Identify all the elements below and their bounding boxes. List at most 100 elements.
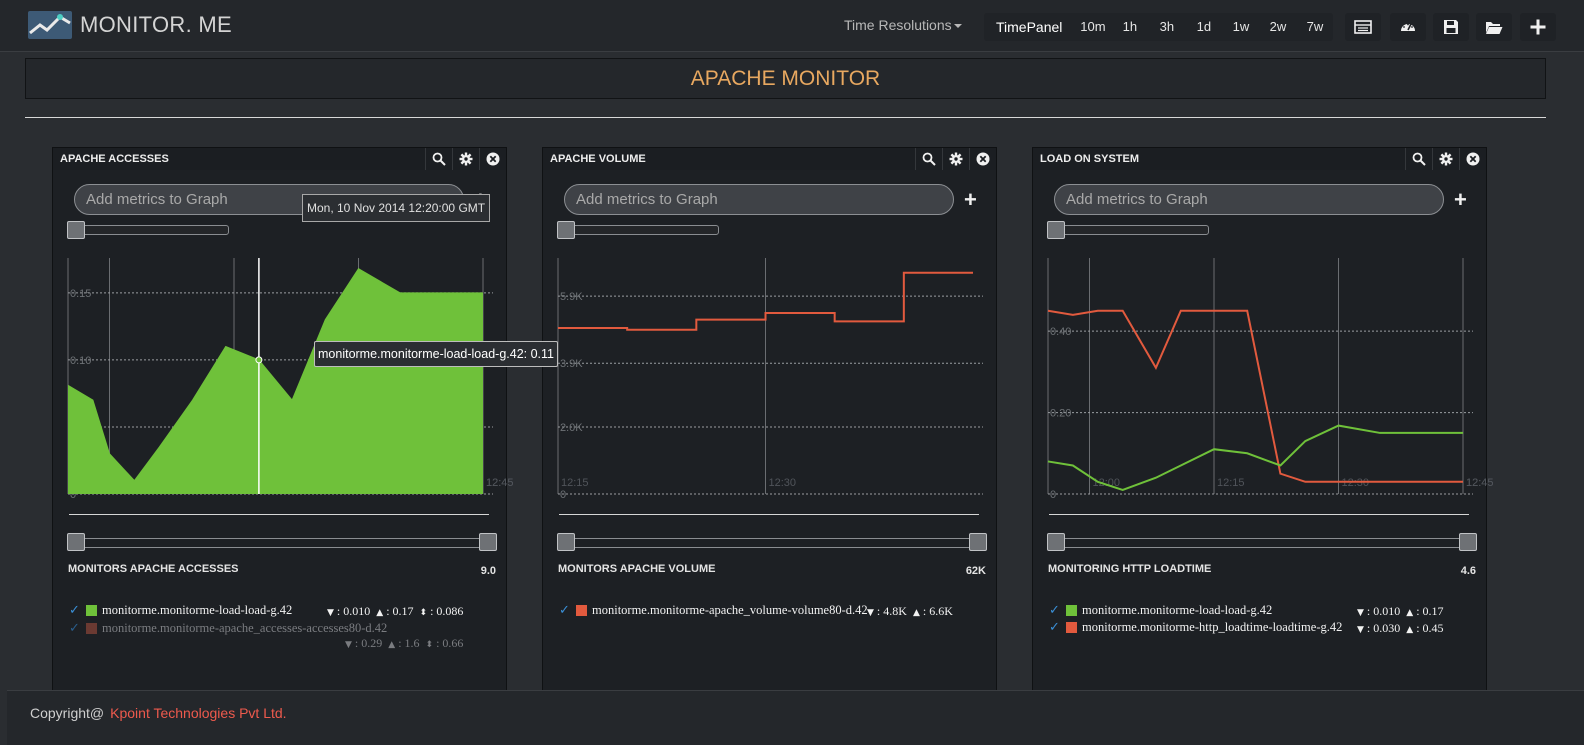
check-icon[interactable]: ✓ — [69, 621, 83, 636]
time-button-3h[interactable]: 3h — [1148, 13, 1185, 41]
chart-svg[interactable]: 12:15 12:30 0 2.0K 3.9K 5.9K — [553, 258, 993, 510]
series-swatch — [1066, 621, 1077, 633]
mini-slider[interactable] — [1047, 221, 1209, 239]
stat-min: 0.010 — [1373, 604, 1401, 618]
add-panel-button[interactable] — [1520, 13, 1556, 41]
save-button[interactable] — [1433, 13, 1469, 41]
x-tick-label: 12:45 — [486, 477, 514, 489]
legend-item[interactable]: ✓ monitorme.monitorme-apache_accesses-acc… — [69, 620, 387, 636]
time-button-1h[interactable]: 1h — [1111, 13, 1148, 41]
stat-max: 0.17 — [392, 604, 414, 618]
range-handle-right[interactable] — [969, 533, 987, 551]
hover-point — [255, 356, 263, 364]
check-icon[interactable]: ✓ — [559, 603, 573, 618]
close-button[interactable] — [969, 148, 996, 170]
panel-header: APACHE VOLUME — [543, 148, 996, 170]
max-icon: ▲ — [376, 608, 384, 618]
legend-label: monitorme.monitorme-load-load-g.42 — [102, 602, 293, 617]
legend-stats: ▼ : 0.030 ▲ : 0.45 — [1357, 621, 1444, 635]
settings-button[interactable] — [452, 148, 479, 170]
panel-apache-accesses: APACHE ACCESSES + 12:0012:1512:3012:4500… — [52, 147, 514, 692]
time-button-7w[interactable]: 7w — [1296, 13, 1333, 41]
close-button[interactable] — [1459, 148, 1486, 170]
y-tick-label: 0.40 — [1050, 326, 1071, 338]
zoom-button[interactable] — [425, 148, 452, 170]
chart-apache-volume[interactable]: 12:15 12:30 0 2.0K 3.9K 5.9K — [553, 258, 993, 510]
close-button[interactable] — [479, 148, 506, 170]
add-metrics-input[interactable] — [1054, 184, 1444, 215]
add-metric-button[interactable]: + — [964, 189, 977, 211]
range-track — [1055, 538, 1469, 548]
series-swatch — [86, 622, 97, 634]
slider-track — [69, 225, 229, 235]
gear-icon — [459, 152, 473, 166]
range-slider[interactable] — [67, 533, 497, 551]
logo-text: MONITOR. ME — [80, 12, 233, 37]
add-metrics-input[interactable] — [564, 184, 954, 215]
chart-apache-accesses[interactable]: 12:0012:1512:3012:4500.0500.100.1512:45 — [63, 258, 514, 510]
x-tick-label: 12:15 — [1217, 477, 1245, 489]
settings-button[interactable] — [942, 148, 969, 170]
zoom-button[interactable] — [915, 148, 942, 170]
chart-load-on-system[interactable]: 12:00 12:15 12:30 12:45 0 0.20 0.40 12:45 — [1043, 258, 1494, 510]
y-tick-label: 5.9K — [560, 291, 583, 303]
legend-item[interactable]: ✓ monitorme.monitorme-apache_volume-volum… — [559, 602, 868, 618]
chart-tooltip-date: Mon, 10 Nov 2014 12:20:00 GMT — [302, 194, 490, 222]
time-button-1d[interactable]: 1d — [1185, 13, 1222, 41]
chart-svg[interactable]: 12:0012:1512:3012:4500.0500.100.1512:45 — [63, 258, 514, 510]
open-folder-button[interactable] — [1476, 13, 1512, 41]
range-handle-right[interactable] — [479, 533, 497, 551]
list-icon — [1354, 20, 1372, 34]
time-button-1w[interactable]: 1w — [1222, 13, 1259, 41]
range-handle-right[interactable] — [1459, 533, 1477, 551]
sub-title: MONITORS APACHE VOLUME — [558, 563, 716, 575]
y-tick-label: 0.10 — [70, 355, 91, 367]
chart-tooltip-point: monitorme.monitorme-load-load-g.42: 0.11 — [314, 341, 558, 367]
x-tick-label: 12:45 — [1466, 477, 1494, 489]
chart-divider — [69, 514, 489, 515]
slider-handle[interactable] — [1047, 221, 1065, 239]
range-slider[interactable] — [1047, 533, 1477, 551]
gear-icon — [949, 152, 963, 166]
mini-slider[interactable] — [557, 221, 719, 239]
series-area — [68, 268, 483, 494]
search-icon — [922, 152, 936, 166]
check-icon[interactable]: ✓ — [69, 603, 83, 618]
chart-svg[interactable]: 12:00 12:15 12:30 12:4500.200.4012:45 — [1043, 258, 1494, 510]
top-navbar: MONITOR. ME Time Resolutions TimePanel 1… — [0, 0, 1584, 52]
time-resolutions-dropdown[interactable]: Time Resolutions — [844, 17, 962, 33]
time-button-10m[interactable]: 10m — [1074, 13, 1111, 41]
slider-handle[interactable] — [67, 221, 85, 239]
max-icon: ▲ — [1406, 608, 1414, 618]
settings-button[interactable] — [1432, 148, 1459, 170]
logo-chart-icon — [28, 11, 72, 39]
y-tick-label: 0.20 — [1050, 408, 1071, 420]
range-handle-left[interactable] — [557, 533, 575, 551]
close-icon — [976, 152, 990, 166]
mini-slider[interactable] — [67, 221, 229, 239]
legend-item[interactable]: ✓ monitorme.monitorme-load-load-g.42 — [1049, 602, 1272, 618]
company-link[interactable]: Kpoint Technologies Pvt Ltd. — [110, 705, 286, 721]
legend-item[interactable]: ✓ monitorme.monitorme-load-load-g.42 — [69, 602, 292, 618]
add-metric-button[interactable]: + — [1454, 189, 1467, 211]
stat-min: 0.030 — [1373, 621, 1401, 635]
stat-min: 0.29 — [361, 636, 383, 650]
range-handle-left[interactable] — [1047, 533, 1065, 551]
copyright-label: Copyright@ — [30, 705, 105, 721]
legend-item[interactable]: ✓ monitorme.monitorme-http_loadtime-loadt… — [1049, 619, 1342, 635]
check-icon[interactable]: ✓ — [1049, 620, 1063, 635]
zoom-button[interactable] — [1405, 148, 1432, 170]
time-button-2w[interactable]: 2w — [1259, 13, 1296, 41]
dashboard-button[interactable] — [1390, 13, 1426, 41]
app-logo[interactable]: MONITOR. ME — [28, 10, 232, 40]
list-view-button[interactable] — [1345, 13, 1381, 41]
timepanel-label: TimePanel — [996, 19, 1063, 35]
range-handle-left[interactable] — [67, 533, 85, 551]
check-icon[interactable]: ✓ — [1049, 603, 1063, 618]
search-icon — [1412, 152, 1426, 166]
dashboard-title: APACHE MONITOR — [690, 67, 881, 90]
y-tick-label: 0 — [1050, 489, 1056, 501]
slider-track — [1049, 225, 1209, 235]
range-slider[interactable] — [557, 533, 987, 551]
slider-handle[interactable] — [557, 221, 575, 239]
